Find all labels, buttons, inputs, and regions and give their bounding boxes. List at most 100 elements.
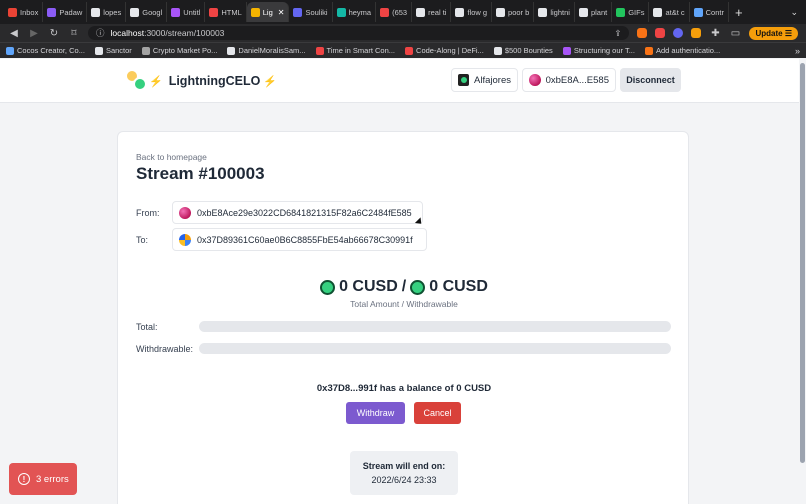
browser-tab[interactable]: plant bbox=[575, 2, 613, 22]
bookmark-label: Add authenticatio... bbox=[655, 46, 721, 55]
browser-tab[interactable]: HTML bbox=[205, 2, 247, 22]
to-avatar-icon bbox=[179, 233, 191, 246]
browser-tab[interactable]: Lig ✕ bbox=[246, 2, 290, 22]
share-icon[interactable]: ⇪ bbox=[614, 28, 621, 39]
tab-favicon-icon bbox=[578, 7, 588, 17]
bookmark-item[interactable]: Crypto Market Po... bbox=[141, 46, 217, 55]
bookmark-label: Sanctor bbox=[105, 46, 132, 55]
tab-favicon-icon bbox=[171, 7, 181, 17]
bookmark-item[interactable]: $500 Bounties bbox=[493, 46, 553, 55]
browser-tab[interactable]: lopes bbox=[87, 2, 127, 22]
from-address-box[interactable]: 0xbE8Ace29e3022CD6841821315F82a6C2484fE5… bbox=[172, 201, 423, 224]
bookmark-item[interactable]: Code-Along | DeFi... bbox=[405, 46, 484, 55]
browser-tab[interactable]: heyma bbox=[333, 2, 377, 22]
tab-label: Inbox bbox=[20, 7, 39, 17]
error-icon: ! bbox=[18, 473, 30, 485]
site-info-icon[interactable]: ⓘ bbox=[96, 27, 105, 39]
page-scrollbar-thumb[interactable] bbox=[800, 63, 805, 463]
bookmark-favicon-icon bbox=[493, 46, 502, 55]
balance-text: 0x37D8...991f has a balance of 0 CUSD bbox=[316, 383, 492, 394]
lightning-icon: ⚡ bbox=[149, 75, 163, 88]
url-path: :3000/stream/100003 bbox=[144, 28, 225, 38]
forward-arrow-icon[interactable]: ▶ bbox=[28, 28, 40, 39]
browser-tab[interactable]: flow g bbox=[451, 2, 493, 22]
tab-favicon-icon bbox=[130, 7, 140, 17]
browser-tab[interactable]: at&t c bbox=[649, 2, 690, 22]
tab-label: Untitl bbox=[183, 7, 201, 17]
back-to-homepage-link[interactable]: Back to homepage bbox=[136, 152, 207, 162]
bookmarks-more-icon[interactable]: » bbox=[795, 46, 800, 56]
account-button[interactable]: 0xbE8A...E585 bbox=[522, 68, 616, 92]
tab-favicon-icon bbox=[455, 7, 465, 17]
bookmark-item[interactable]: DanielMoralisSam... bbox=[227, 46, 306, 55]
errors-toast[interactable]: ! 3 errors bbox=[9, 463, 77, 495]
address-bar: ◀ ▶ ↻ ⌑ ⓘ localhost:3000/stream/100003 ⇪… bbox=[0, 24, 806, 42]
cusd-coin-icon bbox=[410, 279, 426, 295]
brave-rewards-icon[interactable] bbox=[655, 28, 666, 38]
account-address: 0xbE8A...E585 bbox=[545, 74, 609, 86]
cusd-coin-icon bbox=[320, 279, 336, 295]
withdraw-button[interactable]: Withdraw bbox=[346, 402, 405, 424]
bookmark-favicon-icon bbox=[227, 46, 236, 55]
browser-tab[interactable]: Souliki bbox=[289, 2, 333, 22]
tabs-container: Inbox Padaw lopes Googl Untitl HTML Lig ✕ Soulik… bbox=[4, 2, 729, 22]
update-label: Update bbox=[755, 28, 783, 38]
disconnect-button[interactable]: Disconnect bbox=[620, 68, 681, 92]
withdrawable-label: Withdrawable: bbox=[136, 344, 194, 354]
tab-label: GIFs bbox=[628, 7, 645, 17]
browser-tab[interactable]: poor b bbox=[492, 2, 535, 22]
stream-end-title: Stream will end on: bbox=[362, 461, 446, 471]
tab-label: Souliki bbox=[305, 7, 328, 17]
cancel-button[interactable]: Cancel bbox=[414, 402, 461, 424]
tab-close-icon[interactable]: ✕ bbox=[278, 8, 285, 17]
bookmark-favicon-icon bbox=[94, 46, 103, 55]
bookmark-item[interactable]: Add authenticatio... bbox=[644, 46, 721, 55]
new-tab-button[interactable]: + bbox=[729, 5, 749, 20]
tab-label: lopes bbox=[103, 7, 122, 17]
browser-tab[interactable]: GIFs bbox=[612, 2, 650, 22]
tab-label: Lig bbox=[262, 7, 273, 17]
network-button[interactable]: Alfajores bbox=[451, 68, 518, 92]
bookmark-item[interactable]: Cocos Creator, Co... bbox=[6, 46, 85, 55]
back-arrow-icon[interactable]: ◀ bbox=[8, 28, 20, 39]
reload-icon[interactable]: ↻ bbox=[48, 28, 60, 39]
bookmark-favicon-icon bbox=[141, 46, 150, 55]
update-button[interactable]: Update ☰ bbox=[749, 26, 798, 40]
bookmark-item[interactable]: Structuring our T... bbox=[562, 46, 635, 55]
browser-tab[interactable]: (653 bbox=[376, 2, 413, 22]
tab-favicon-icon bbox=[209, 7, 219, 17]
browser-tab[interactable]: Googl bbox=[126, 2, 168, 22]
browser-tab[interactable]: real ti bbox=[412, 2, 452, 22]
browser-tab[interactable]: Untitl bbox=[167, 2, 206, 22]
tab-favicon-icon bbox=[380, 7, 390, 17]
browser-tab[interactable]: Inbox bbox=[4, 2, 44, 22]
browser-tab[interactable]: Padaw bbox=[43, 2, 88, 22]
wallet-icon[interactable]: ▭ bbox=[729, 28, 741, 39]
tab-favicon-icon bbox=[336, 7, 346, 17]
tab-label: poor b bbox=[508, 7, 530, 17]
metamask-icon[interactable] bbox=[691, 28, 702, 38]
tab-favicon-icon bbox=[693, 7, 703, 17]
brave-shield-icon[interactable] bbox=[637, 28, 648, 38]
tab-favicon-icon bbox=[538, 7, 548, 17]
url-input[interactable]: ⓘ localhost:3000/stream/100003 ⇪ bbox=[88, 26, 630, 40]
to-address-box[interactable]: 0x37D89361C60ae0B6C8855FbE54ab66678C3099… bbox=[172, 228, 427, 251]
extension-icon[interactable] bbox=[673, 28, 684, 38]
app-logo[interactable]: ⚡ LightningCELO ⚡ bbox=[125, 69, 277, 93]
page-scrollbar[interactable] bbox=[799, 59, 806, 504]
stream-card: Back to homepage Stream #100003 From: 0x… bbox=[117, 131, 689, 504]
bookmark-icon[interactable]: ⌑ bbox=[68, 28, 80, 39]
tab-list-chevron-icon[interactable]: ⌄ bbox=[790, 7, 806, 18]
extensions-puzzle-icon[interactable]: ✚ bbox=[709, 28, 721, 39]
browser-tab[interactable]: Contr bbox=[690, 2, 729, 22]
stream-end-date: 2022/6/24 23:33 bbox=[371, 475, 437, 485]
from-address: 0xbE8Ace29e3022CD6841821315F82a6C2484fE5… bbox=[197, 207, 412, 218]
tab-favicon-icon bbox=[496, 7, 506, 17]
network-name: Alfajores bbox=[474, 74, 511, 86]
tab-label: lightni bbox=[550, 7, 570, 17]
bookmark-item[interactable]: Sanctor bbox=[94, 46, 132, 55]
tab-label: Googl bbox=[142, 7, 163, 17]
bookmark-favicon-icon bbox=[562, 46, 571, 55]
bookmark-item[interactable]: Time in Smart Con... bbox=[315, 46, 395, 55]
browser-tab[interactable]: lightni bbox=[534, 2, 575, 22]
